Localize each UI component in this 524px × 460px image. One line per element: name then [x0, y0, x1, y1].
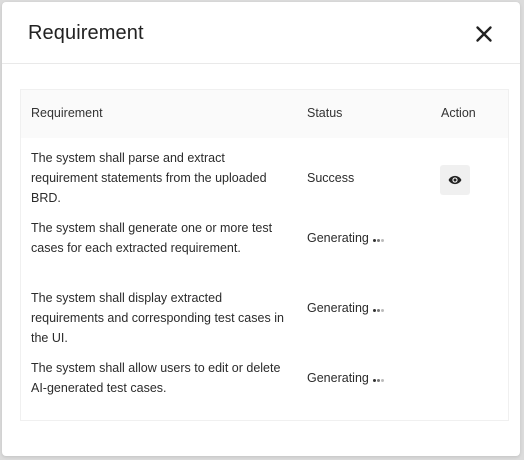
column-header-requirement: Requirement [31, 106, 103, 120]
table-row: The system shall generate one or more te… [21, 208, 508, 278]
status-text: Success [307, 171, 355, 185]
table-row: The system shall display extracted requi… [21, 278, 508, 348]
table-header: Requirement Status Action [21, 90, 508, 138]
column-header-action: Action [441, 106, 476, 120]
dialog-header: Requirement [2, 2, 520, 64]
requirement-cell: The system shall display extracted requi… [31, 291, 284, 345]
requirement-cell: The system shall parse and extract requi… [31, 151, 267, 205]
table-row: The system shall allow users to edit or … [21, 348, 508, 418]
status-cell: Generating [307, 228, 385, 249]
requirements-table: Requirement Status Action The system sha… [20, 89, 509, 421]
status-cell: Generating [307, 368, 385, 389]
view-button[interactable] [440, 165, 470, 195]
loading-dots-icon [372, 298, 385, 318]
status-text: Generating [307, 231, 369, 245]
column-header-status: Status [307, 106, 343, 120]
table-row: The system shall parse and extract requi… [21, 138, 508, 208]
status-cell: Success [307, 168, 354, 188]
status-text: Generating [307, 371, 369, 385]
close-icon [476, 26, 492, 42]
action-cell [440, 165, 470, 195]
requirement-dialog: Requirement Requirement Status Action Th… [2, 2, 520, 456]
dialog-title: Requirement [28, 22, 144, 44]
loading-dots-icon [372, 368, 385, 388]
eye-icon [448, 175, 462, 185]
status-text: Generating [307, 301, 369, 315]
close-button[interactable] [474, 24, 494, 44]
requirement-cell: The system shall allow users to edit or … [31, 361, 281, 395]
requirement-cell: The system shall generate one or more te… [31, 221, 273, 255]
loading-dots-icon [372, 228, 385, 248]
status-cell: Generating [307, 298, 385, 319]
